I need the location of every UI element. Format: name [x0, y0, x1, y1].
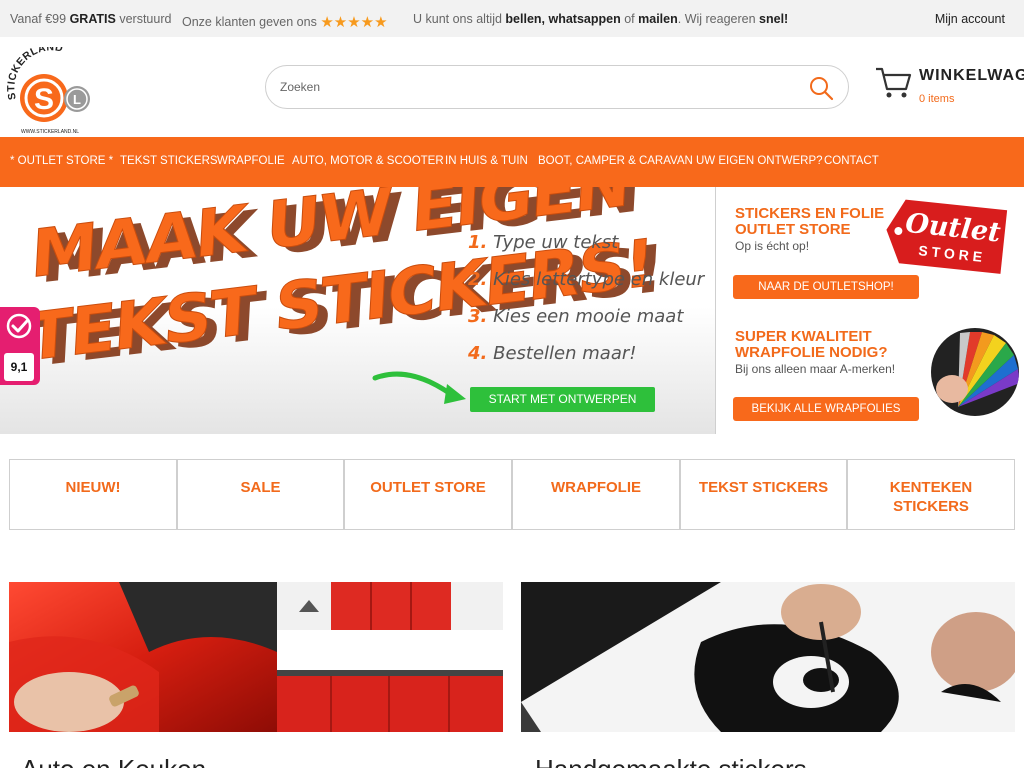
review-rating: Onze klanten geven ons ★★★★★	[182, 14, 388, 31]
section-heading-left: Auto en Keuken	[21, 754, 206, 768]
section-heading-right: Handgemaakte stickers	[535, 754, 807, 768]
cart-icon	[876, 67, 912, 98]
search-bar	[265, 65, 849, 109]
nav-item-wrapfolie[interactable]: WRAPFOLIE	[217, 155, 285, 167]
nav-item-eigen-ontwerp[interactable]: UW EIGEN ONTWERP?	[696, 155, 823, 167]
wrapfolie-samples-image	[931, 328, 1019, 416]
cart-count: 0 items	[919, 93, 955, 105]
wrapfolie-promo-subtitle: Bij ons alleen maar A-merken!	[735, 362, 896, 376]
hero-step: 3. Kies een mooie maat	[468, 306, 684, 327]
nav-item-huis-tuin[interactable]: IN HUIS & TUIN	[445, 155, 528, 167]
search-icon[interactable]	[808, 75, 834, 101]
top-info-bar: Vanaf €99 GRATIS verstuurd Onze klanten …	[0, 0, 1024, 37]
car-kitchen-illustration	[9, 582, 503, 732]
cart-title: WINKELWAG	[919, 67, 1024, 84]
category-tekst-stickers[interactable]: TEKST STICKERS	[680, 459, 847, 530]
nav-item-boot-camper-caravan[interactable]: BOOT, CAMPER & CARAVAN	[538, 155, 693, 167]
wrapfolie-promo-title: SUPER KWALITEIT WRAPFOLIE NODIG?	[735, 328, 888, 361]
nav-item-contact[interactable]: CONTACT	[824, 155, 879, 167]
stickerland-logo[interactable]: STICKERLAND S L WWW.STICKERLAND.NL	[6, 47, 96, 137]
category-wrapfolie[interactable]: WRAPFOLIE	[512, 459, 680, 530]
hero-banner[interactable]: MAAK UW EIGEN TEKST STICKERS! MAAK UW EI…	[0, 187, 716, 434]
review-score: 9,1	[4, 353, 34, 381]
hero-step: 2. Kies lettertype en kleur	[468, 269, 705, 290]
contact-note: U kunt ons altijd bellen, whatsappen of …	[413, 12, 789, 26]
logo-url: WWW.STICKERLAND.NL	[21, 129, 79, 135]
hero-steps-list: 1. Type uw tekst 2. Kies lettertype en k…	[468, 232, 704, 380]
review-score-badge[interactable]: 9,1	[0, 307, 40, 385]
outlet-promo-subtitle: Op is écht op!	[735, 239, 810, 253]
svg-text:S: S	[34, 83, 54, 116]
nav-item-auto-motor-scooter[interactable]: AUTO, MOTOR & SCOOTER	[292, 155, 444, 167]
outlet-promo-title: STICKERS EN FOLIE OUTLET STORE	[735, 205, 885, 238]
star-rating-icons: ★★★★★	[320, 14, 388, 31]
svg-text:L: L	[73, 92, 81, 107]
sticker-cutting-illustration	[521, 582, 1015, 732]
free-shipping-note: Vanaf €99 GRATIS verstuurd	[10, 12, 172, 26]
outlet-shop-button[interactable]: NAAR DE OUTLETSHOP!	[733, 275, 919, 299]
category-outlet-store[interactable]: OUTLET STORE	[344, 459, 512, 530]
category-sale[interactable]: SALE	[177, 459, 344, 530]
contact-mail-link[interactable]: mailen	[638, 12, 678, 26]
search-input[interactable]	[280, 77, 780, 97]
main-navigation: * OUTLET STORE * TEKST STICKERS WRAPFOLI…	[0, 137, 1024, 187]
outlet-store-tag-icon: Outlet STORE	[886, 199, 1008, 274]
shopping-cart[interactable]: WINKELWAG 0 items	[874, 65, 1024, 109]
nav-item-outlet-store[interactable]: * OUTLET STORE *	[10, 155, 113, 167]
checkmark-icon	[6, 313, 32, 339]
nav-item-tekst-stickers[interactable]: TEKST STICKERS	[120, 155, 218, 167]
hero-step: 4. Bestellen maar!	[468, 343, 637, 364]
hero-divider	[715, 187, 716, 434]
category-kenteken-stickers[interactable]: KENTEKEN STICKERS	[847, 459, 1015, 530]
handmade-sticker-image[interactable]	[521, 582, 1015, 732]
view-wrapfolie-button[interactable]: BEKIJK ALLE WRAPFOLIES	[733, 397, 919, 421]
contact-phone-link[interactable]: bellen, whatsappen	[505, 12, 620, 26]
hero-step: 1. Type uw tekst	[468, 232, 619, 253]
my-account-link[interactable]: Mijn account	[935, 12, 1005, 26]
site-header: STICKERLAND S L WWW.STICKERLAND.NL WINKE…	[0, 37, 1024, 137]
category-nieuw[interactable]: NIEUW!	[9, 459, 177, 530]
start-design-button[interactable]: START MET ONTWERPEN	[470, 387, 655, 412]
car-kitchen-wrap-image[interactable]	[9, 582, 503, 732]
